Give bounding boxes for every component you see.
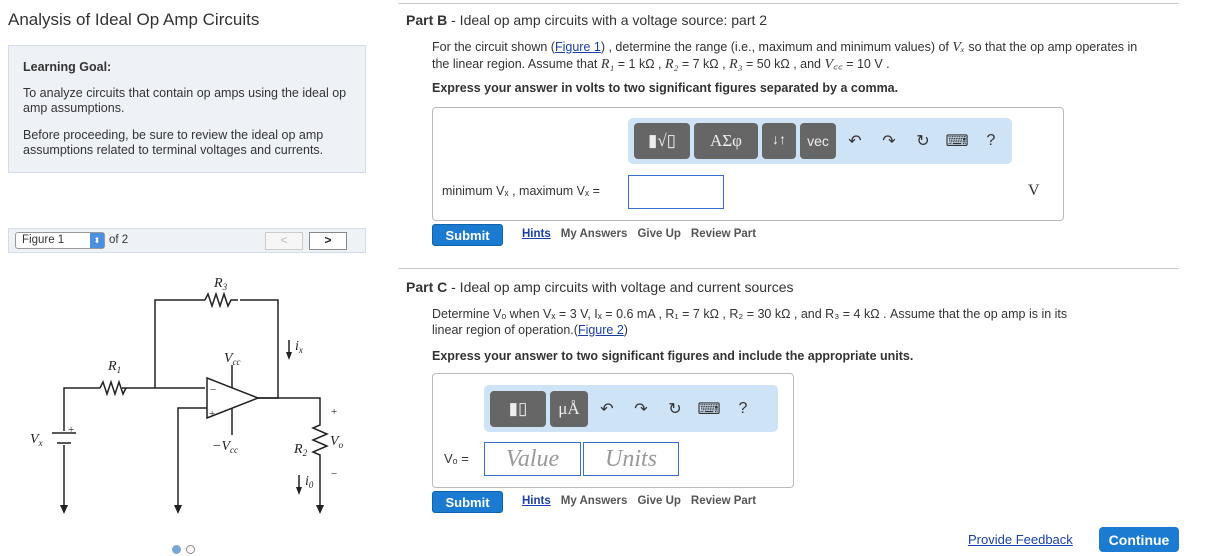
r1-label: R1	[107, 359, 121, 375]
vo-plus: +	[331, 406, 337, 418]
part-b-answer-input[interactable]	[628, 175, 724, 209]
vo-label: Vo	[330, 434, 344, 450]
part-b-header: Part B - Ideal op amp circuits with a vo…	[406, 12, 768, 28]
undo-icon[interactable]: ↶	[840, 131, 870, 151]
ix-label: ix	[295, 339, 303, 355]
subscript-button[interactable]: ↓↑	[762, 123, 796, 159]
units-button[interactable]: μÅ	[550, 390, 588, 427]
prev-figure-button[interactable]: <	[265, 232, 303, 250]
keyboard-icon[interactable]: ⌨	[942, 131, 972, 151]
redo-icon[interactable]: ↷	[626, 399, 656, 419]
review-part-link[interactable]: Review Part	[691, 495, 756, 507]
chevron-updown-icon: ⬍	[90, 233, 104, 248]
noninverting-sign: +	[209, 408, 215, 420]
neg-vcc-label: −Vcc	[212, 439, 238, 455]
hints-link[interactable]: Hints	[522, 228, 551, 240]
review-part-link[interactable]: Review Part	[691, 228, 756, 240]
figure-toolbar: Figure 1 ⬍ of 2 < >	[8, 228, 366, 253]
part-c-actions: Hints My Answers Give Up Review Part	[522, 495, 756, 507]
page-title: Analysis of Ideal Op Amp Circuits	[8, 10, 260, 29]
symbols-button[interactable]: ΑΣφ	[694, 123, 758, 159]
part-b-answer-label: minimum Vₓ , maximum Vₓ =	[442, 184, 600, 198]
redo-icon[interactable]: ↷	[874, 131, 904, 151]
help-icon[interactable]: ?	[728, 400, 758, 418]
source-plus: +	[68, 424, 74, 436]
inverting-sign: −	[210, 384, 216, 396]
circuit-diagram: R1 R3 Vcc −Vcc R2 Vx Vo ix i0 − + + + −	[30, 276, 344, 514]
part-b-unit: V	[1028, 182, 1040, 199]
figure-select[interactable]: Figure 1 ⬍	[15, 232, 105, 249]
io-label: i0	[305, 474, 314, 490]
provide-feedback-link[interactable]: Provide Feedback	[968, 532, 1073, 547]
give-up-link[interactable]: Give Up	[637, 495, 680, 507]
reset-icon[interactable]: ↻	[660, 399, 690, 419]
hints-link[interactable]: Hints	[522, 495, 551, 507]
figure-1-link[interactable]: Figure 1	[555, 40, 601, 54]
next-figure-button[interactable]: >	[309, 232, 347, 250]
part-c-submit-button[interactable]: Submit	[432, 491, 503, 513]
vcc-label: Vcc	[224, 351, 241, 367]
part-c-math-toolbar: ▮▯ μÅ ↶ ↷ ↻ ⌨ ?	[484, 385, 778, 432]
learning-goal-box: Learning Goal: To analyze circuits that …	[8, 45, 366, 173]
figure-select-value: Figure 1	[22, 234, 65, 246]
figure-page-dot[interactable]	[186, 545, 195, 554]
part-c-answer-label: Vₒ =	[444, 451, 469, 466]
reset-icon[interactable]: ↻	[908, 131, 938, 151]
vector-button[interactable]: vec	[800, 123, 836, 159]
vx-label: Vx	[30, 432, 43, 448]
help-icon[interactable]: ?	[976, 132, 1006, 150]
undo-icon[interactable]: ↶	[592, 399, 622, 419]
my-answers-link[interactable]: My Answers	[561, 228, 628, 240]
figure-page-dot-active[interactable]	[172, 545, 181, 554]
my-answers-link[interactable]: My Answers	[561, 495, 628, 507]
goal-heading: Learning Goal:	[23, 60, 112, 74]
goal-text: To analyze circuits that contain op amps…	[23, 86, 347, 115]
figure-2-link[interactable]: Figure 2	[578, 323, 624, 337]
continue-button[interactable]: Continue	[1099, 527, 1179, 552]
value-input[interactable]: Value	[484, 442, 581, 476]
part-c-instructions: Express your answer to two significant f…	[432, 349, 914, 363]
part-b-submit-button[interactable]: Submit	[432, 224, 503, 246]
part-b-instructions: Express your answer in volts to two sign…	[432, 81, 899, 95]
keyboard-icon[interactable]: ⌨	[694, 399, 724, 419]
part-b-question: For the circuit shown (Figure 1) , deter…	[432, 40, 1138, 72]
part-b-math-toolbar: ▮√▯ ΑΣφ ↓↑ vec ↶ ↷ ↻ ⌨ ?	[628, 118, 1012, 164]
goal-text-2: Before proceeding, be sure to review the…	[23, 128, 324, 157]
templates-button[interactable]: ▮▯	[490, 390, 546, 427]
figure-count: of 2	[109, 234, 129, 246]
templates-button[interactable]: ▮√▯	[634, 123, 690, 159]
give-up-link[interactable]: Give Up	[637, 228, 680, 240]
r2-label: R2	[293, 442, 308, 458]
vo-minus: −	[331, 468, 337, 480]
part-c-header: Part C - Ideal op amp circuits with volt…	[406, 279, 794, 295]
part-b-actions: Hints My Answers Give Up Review Part	[522, 228, 756, 240]
r3-label: R3	[213, 276, 228, 292]
units-input[interactable]: Units	[583, 442, 679, 476]
part-c-question: Determine Vₒ when Vₓ = 3 V, Iₓ = 0.6 mA …	[432, 307, 1068, 337]
